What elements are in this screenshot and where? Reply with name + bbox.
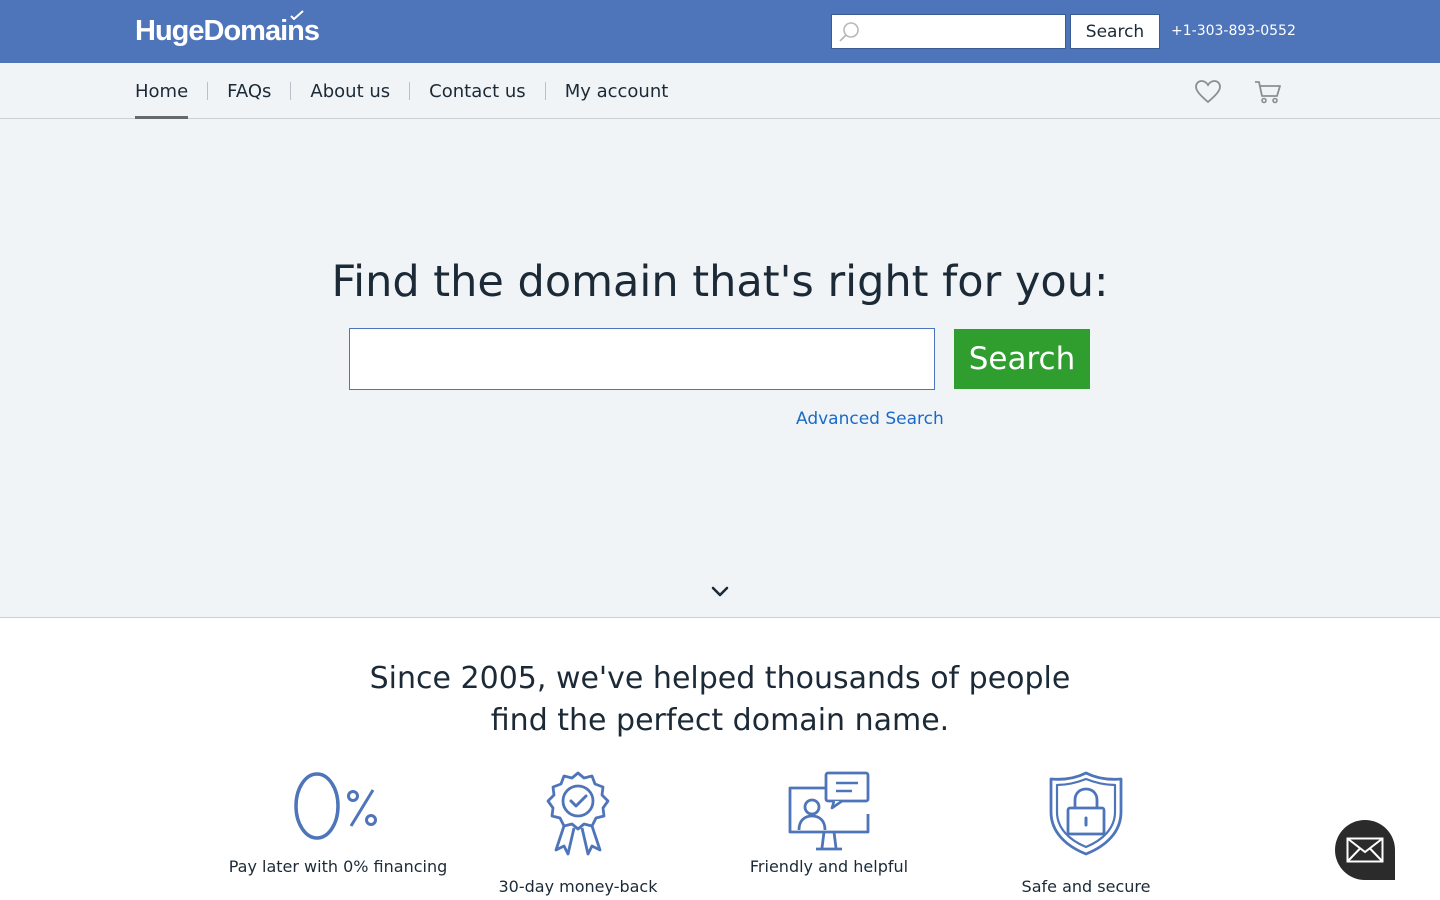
nav-divider [409, 82, 411, 100]
main-nav: Home FAQs About us Contact us My account [135, 63, 668, 119]
heart-icon[interactable] [1194, 79, 1222, 105]
feature-label: Pay later with 0% financing [228, 857, 448, 876]
chevron-down-icon[interactable] [709, 584, 731, 600]
nav-item-faqs[interactable]: FAQs [227, 63, 271, 119]
advanced-search-link[interactable]: Advanced Search [796, 409, 944, 429]
since-2005-headline: Since 2005, we've helped thousands of pe… [0, 658, 1440, 742]
top-bar: HugeDomains Search +1-303-893-0552 [0, 0, 1440, 63]
feature-money-back: 30-day money-back [468, 770, 688, 900]
nav-divider [544, 82, 546, 100]
logo[interactable]: HugeDomains [135, 10, 320, 49]
domain-search-button[interactable]: Search [954, 329, 1090, 389]
zero-percent-icon [294, 772, 377, 840]
feature-support: Friendly and helpful [719, 770, 939, 880]
hero-section: Find the domain that's right for you: Se… [0, 119, 1440, 618]
shield-lock-icon [1049, 771, 1123, 856]
headline-line-1: Since 2005, we've helped thousands of pe… [369, 661, 1071, 696]
header-search-button[interactable]: Search [1070, 14, 1160, 49]
logo-check-icon [290, 10, 304, 20]
search-icon [832, 15, 866, 48]
envelope-icon [1346, 837, 1384, 863]
feature-financing: Pay later with 0% financing [228, 770, 448, 880]
header-search-input[interactable] [866, 16, 1065, 47]
nav-item-about-us[interactable]: About us [310, 63, 390, 119]
domain-search-input[interactable] [349, 328, 935, 390]
phone-number[interactable]: +1-303-893-0552 [1171, 20, 1296, 42]
nav-item-home[interactable]: Home [135, 63, 189, 119]
nav-divider [290, 82, 292, 100]
support-agent-icon [788, 771, 870, 851]
feature-security: Safe and secure [976, 770, 1196, 900]
headline-line-2: find the perfect domain name. [490, 703, 950, 738]
feature-label: Safe and secure [1021, 877, 1151, 896]
nav-item-contact-us[interactable]: Contact us [429, 63, 526, 119]
award-ribbon-icon [546, 771, 610, 856]
header-search-box [831, 14, 1066, 49]
nav-item-my-account[interactable]: My account [565, 63, 669, 119]
nav-divider [207, 82, 209, 100]
cart-icon[interactable] [1254, 79, 1282, 105]
hero-title: Find the domain that's right for you: [331, 257, 1109, 307]
main-nav-bar: Home FAQs About us Contact us My account [0, 63, 1440, 119]
feature-label: 30-day money-back [498, 877, 658, 896]
contact-mail-button[interactable] [1335, 820, 1395, 880]
feature-label: Friendly and helpful [749, 857, 909, 876]
